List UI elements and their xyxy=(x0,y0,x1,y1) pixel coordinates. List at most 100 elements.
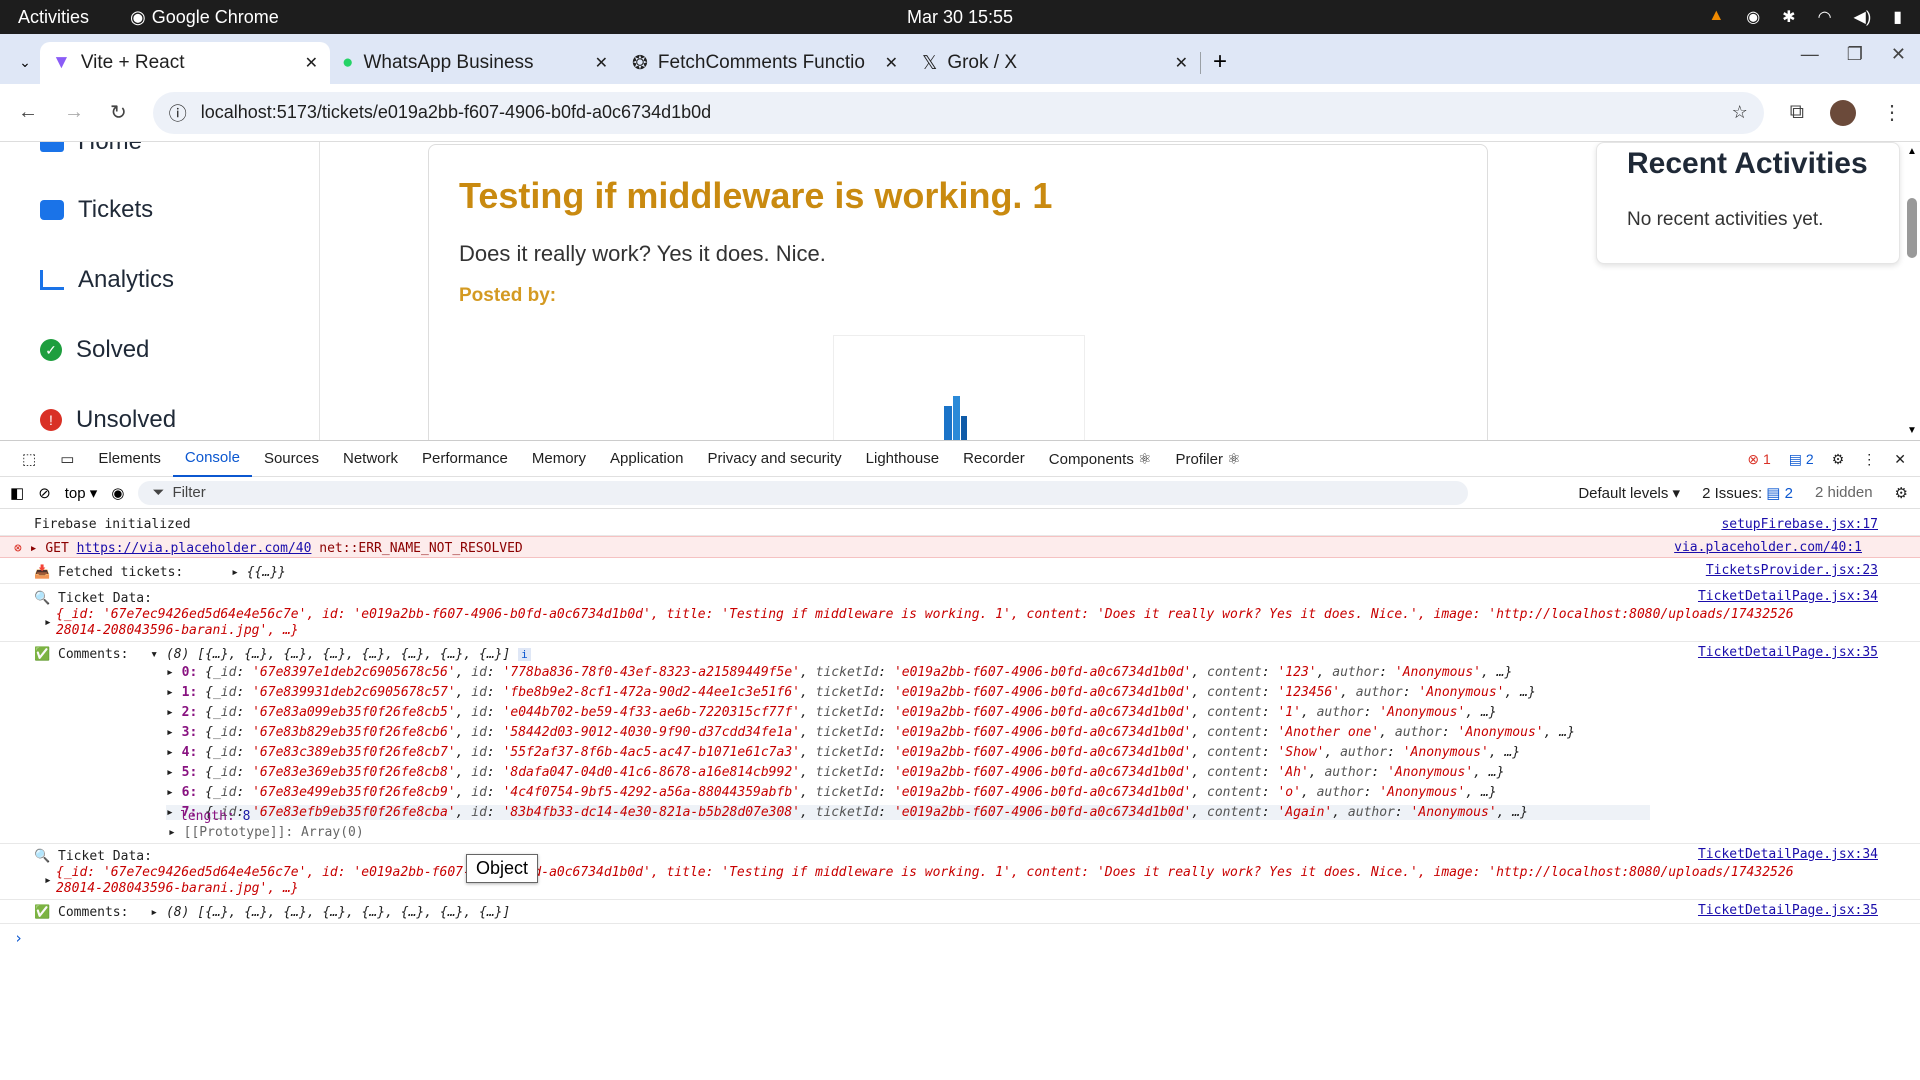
expand-arrow-icon[interactable]: ▸ xyxy=(166,725,182,740)
filter-input[interactable]: ⏷ Filter xyxy=(138,480,1469,505)
source-link[interactable]: TicketDetailPage.jsx:34 xyxy=(1698,847,1878,862)
devtools-tab-memory[interactable]: Memory xyxy=(520,441,598,477)
console-prompt-icon[interactable]: › xyxy=(14,929,1920,947)
error-url-link[interactable]: https://via.placeholder.com/40 xyxy=(77,541,312,556)
app-menu[interactable]: ◉ Google Chrome xyxy=(130,7,279,28)
expand-arrow-icon[interactable]: ▸ xyxy=(166,785,182,800)
sidebar-item-solved[interactable]: ✓ Solved xyxy=(40,336,149,364)
extensions-icon[interactable]: ⧉ xyxy=(1790,101,1804,124)
scroll-down-icon[interactable]: ▼ xyxy=(1907,425,1917,436)
ticket-data-object[interactable]: {_id: '67e7ec9426ed5d64e4e56c7e', id: 'e… xyxy=(56,865,1920,880)
expand-arrow-icon[interactable]: ▸ xyxy=(166,745,182,760)
source-link[interactable]: TicketDetailPage.jsx:34 xyxy=(1698,589,1878,604)
settings-gear-icon[interactable]: ⚙ xyxy=(1832,451,1845,468)
comment-row[interactable]: ▸ 1: {_id: '67e839931deb2c6905678c57', i… xyxy=(166,685,1650,700)
expand-arrow-icon[interactable]: ▸ xyxy=(166,685,182,700)
clock[interactable]: Mar 30 15:55 xyxy=(0,7,1920,28)
comment-row[interactable]: ▸ 2: {_id: '67e83a099eb35f0f26fe8cb5', i… xyxy=(166,705,1650,720)
scrollbar-thumb[interactable] xyxy=(1907,198,1917,258)
log-levels-dropdown[interactable]: Default levels ▾ xyxy=(1578,484,1680,502)
collapse-arrow-icon[interactable]: ▾ xyxy=(150,647,158,662)
tab-fetchcomments[interactable]: ❂ FetchComments Functio ✕ xyxy=(620,42,910,84)
expand-arrow-icon[interactable]: ▸ xyxy=(166,705,182,720)
inspect-element-icon[interactable]: ⬚ xyxy=(10,441,48,477)
system-tray[interactable]: ▲ ◉ ✱ ◠ ◀) ▮ xyxy=(1708,7,1920,27)
close-tab-icon[interactable]: ✕ xyxy=(885,53,898,73)
close-devtools-icon[interactable]: ✕ xyxy=(1894,451,1906,468)
devtools-tab-privacy[interactable]: Privacy and security xyxy=(695,441,853,477)
chrome-menu-icon[interactable]: ⋮ xyxy=(1882,100,1902,125)
page-scrollbar[interactable]: ▲ ▼ xyxy=(1904,142,1920,440)
sidebar-item-analytics[interactable]: Analytics xyxy=(40,266,174,294)
comment-row[interactable]: ▸ 4: {_id: '67e83c389eb35f0f26fe8cb7', i… xyxy=(166,745,1650,760)
source-link[interactable]: TicketsProvider.jsx:23 xyxy=(1706,563,1878,578)
expand-arrow-icon[interactable]: ▸ xyxy=(166,765,182,780)
message-count-badge[interactable]: ▤ 2 xyxy=(1789,451,1814,468)
source-link[interactable]: setupFirebase.jsx:17 xyxy=(1721,517,1878,532)
comments-summary[interactable]: (8) [{…}, {…}, {…}, {…}, {…}, {…}, {…}, … xyxy=(166,647,510,662)
expand-arrow-icon[interactable]: ▸ xyxy=(231,565,239,580)
console-settings-icon[interactable]: ⚙ xyxy=(1895,484,1908,502)
profile-avatar[interactable] xyxy=(1830,99,1856,126)
devtools-tab-components[interactable]: Components ⚛ xyxy=(1037,441,1164,477)
sidebar-toggle-icon[interactable]: ◧ xyxy=(10,484,24,502)
back-icon[interactable]: ← xyxy=(18,101,38,124)
close-tab-icon[interactable]: ✕ xyxy=(1175,53,1188,73)
sidebar-item-home[interactable]: Home xyxy=(40,142,142,156)
devtools-tab-application[interactable]: Application xyxy=(598,441,695,477)
tab-search-chevron-icon[interactable]: ⌄ xyxy=(10,44,40,80)
url-text[interactable]: localhost:5173/tickets/e019a2bb-f607-490… xyxy=(201,102,1718,123)
devtools-tab-recorder[interactable]: Recorder xyxy=(951,441,1037,477)
clear-console-icon[interactable]: ⊘ xyxy=(38,484,51,502)
minimize-icon[interactable]: — xyxy=(1801,44,1819,65)
ticket-data-object[interactable]: {_id: '67e7ec9426ed5d64e4e56c7e', id: 'e… xyxy=(56,607,1920,622)
comment-row[interactable]: ▸ 0: {_id: '67e8397e1deb2c6905678c56', i… xyxy=(166,665,1650,680)
source-link[interactable]: via.placeholder.com/40:1 xyxy=(1674,540,1862,555)
device-toolbar-icon[interactable]: ▭ xyxy=(48,441,86,477)
issues-counter[interactable]: 2 Issues: ▤ 2 xyxy=(1702,484,1793,502)
devtools-tab-sources[interactable]: Sources xyxy=(252,441,331,477)
volume-icon: ◀) xyxy=(1853,9,1872,26)
restore-icon[interactable]: ❐ xyxy=(1847,44,1863,65)
devtools-tab-console[interactable]: Console xyxy=(172,441,252,477)
scroll-up-icon[interactable]: ▲ xyxy=(1907,146,1917,157)
expand-arrow-icon[interactable]: ▸ xyxy=(166,665,182,680)
close-tab-icon[interactable]: ✕ xyxy=(595,53,608,73)
close-window-icon[interactable]: ✕ xyxy=(1891,44,1906,65)
new-tab-icon[interactable]: + xyxy=(1213,48,1227,76)
devtools-tab-lighthouse[interactable]: Lighthouse xyxy=(854,441,951,477)
source-link[interactable]: TicketDetailPage.jsx:35 xyxy=(1698,645,1878,660)
comment-ticket-id: 'e019a2bb-f607-4906-b0fd-a0c6734d1b0d' xyxy=(893,725,1192,740)
devtools-tab-network[interactable]: Network xyxy=(331,441,410,477)
expand-arrow-icon[interactable]: ▸ xyxy=(44,873,52,888)
reload-icon[interactable]: ↻ xyxy=(110,100,127,125)
comment-row[interactable]: ▸ 3: {_id: '67e83b829eb35f0f26fe8cb6', i… xyxy=(166,725,1650,740)
key: content xyxy=(1207,725,1262,740)
devtools-tab-profiler[interactable]: Profiler ⚛ xyxy=(1163,441,1252,477)
error-count-badge[interactable]: ⊗ 1 xyxy=(1747,451,1770,468)
devtools-tab-elements[interactable]: Elements xyxy=(86,441,173,477)
sidebar-item-unsolved[interactable]: ! Unsolved xyxy=(40,406,176,434)
omnibox[interactable]: ⓘ localhost:5173/tickets/e019a2bb-f607-4… xyxy=(152,91,1764,134)
array-prototype[interactable]: ▸ [[Prototype]]: Array(0) xyxy=(168,825,1920,840)
comment-row[interactable]: ▸ 6: {_id: '67e83e499eb35f0f26fe8cb9', i… xyxy=(166,785,1650,800)
source-link[interactable]: TicketDetailPage.jsx:35 xyxy=(1698,903,1878,918)
tab-grok-x[interactable]: 𝕏 Grok / X ✕ xyxy=(910,42,1200,84)
comment-row[interactable]: ▸ 5: {_id: '67e83e369eb35f0f26fe8cb8', i… xyxy=(166,765,1650,780)
devtools-menu-icon[interactable]: ⋮ xyxy=(1862,451,1876,468)
tab-vite-react[interactable]: ▼ Vite + React ✕ xyxy=(40,42,330,84)
expand-arrow-icon[interactable]: ▸ xyxy=(44,615,52,630)
close-tab-icon[interactable]: ✕ xyxy=(305,53,318,73)
sidebar-item-tickets[interactable]: Tickets xyxy=(40,196,153,224)
comments-summary[interactable]: (8) [{…}, {…}, {…}, {…}, {…}, {…}, {…}, … xyxy=(166,905,510,920)
expand-arrow-icon[interactable]: ▸ xyxy=(150,905,158,920)
devtools-tab-performance[interactable]: Performance xyxy=(410,441,520,477)
console-error-row[interactable]: ⊗ ▸ GET https://via.placeholder.com/40 n… xyxy=(0,536,1920,558)
tab-whatsapp-business[interactable]: ● WhatsApp Business ✕ xyxy=(330,42,620,84)
activities-button[interactable]: Activities xyxy=(0,7,130,28)
site-info-icon[interactable]: ⓘ xyxy=(169,100,187,126)
live-expression-eye-icon[interactable]: ◉ xyxy=(111,484,124,502)
bookmark-star-icon[interactable]: ☆ xyxy=(1732,102,1748,123)
context-selector[interactable]: top ▾ xyxy=(65,484,98,502)
forward-icon[interactable]: → xyxy=(64,101,84,124)
